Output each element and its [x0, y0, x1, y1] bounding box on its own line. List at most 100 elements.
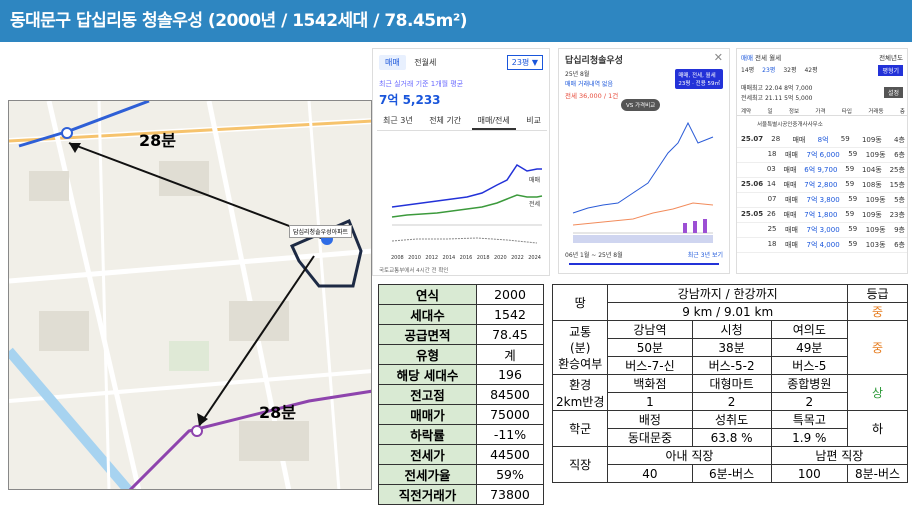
col-header: 층	[899, 109, 905, 115]
stat-value: 2000	[476, 284, 544, 305]
minutes: 50분	[607, 338, 693, 357]
transfer: 버스-5	[770, 356, 849, 375]
land-label: 땅	[551, 284, 609, 321]
env-count: 2	[770, 392, 849, 411]
tab-monthly[interactable]: 월세	[769, 54, 781, 62]
school-value: 동대문중	[607, 428, 693, 447]
x-tick: 2024	[528, 255, 541, 261]
table-row[interactable]: 07 매매 7억 3,800 59 109동 5층	[737, 193, 907, 208]
page-title: 동대문구 답십리동 청솔우성 (2000년 / 1542세대 / 78.45m²…	[0, 0, 912, 42]
table-row[interactable]: 25.06 14 매매 7억 2,800 59 108동 15층	[737, 178, 907, 193]
close-icon[interactable]: ✕	[714, 51, 723, 64]
footnote: 국토교통부에서 4시간 전 확인	[379, 268, 449, 274]
chart-panel: 답십리청솔우성 ✕ 25년 8월 매매 거래내역 없음 전세 36,000 / …	[558, 48, 730, 274]
wife-value: 6분-버스	[691, 464, 772, 483]
table-row: 공급면적 78.45	[378, 324, 544, 345]
stat-label: 직전거래가	[378, 484, 477, 505]
size-option[interactable]: 14평	[741, 65, 754, 74]
jeonse-text: 전세 36,000 / 1건	[565, 92, 619, 100]
year-filter[interactable]: 전체년도	[879, 52, 903, 62]
settings-button[interactable]: 설정	[883, 87, 903, 98]
size-option[interactable]: 32평	[783, 65, 796, 74]
stat-value: 75000	[476, 404, 544, 425]
x-tick: 2016	[459, 255, 473, 261]
minutes: 38분	[691, 338, 772, 357]
tab-jeonse[interactable]: 전세	[755, 54, 767, 62]
husband-value: 100	[770, 464, 849, 483]
table-row: 학군 배정 성취도 특목고 하	[551, 410, 908, 447]
x-tick: 2008	[391, 255, 404, 261]
badge-line1: 매매, 전세, 월세	[678, 73, 716, 79]
size-apply-button[interactable]: 평형기	[878, 65, 903, 76]
chart-panel-title: 답십리청솔우성	[565, 56, 623, 66]
size-option[interactable]: 42평	[804, 65, 817, 74]
x-tick: 2020	[493, 255, 507, 261]
dest: 여의도	[770, 320, 849, 339]
env-label-1: 환경	[569, 377, 592, 392]
avg-price: 7억 5,233	[379, 93, 441, 107]
table-row[interactable]: 18 매매 7억 6,000 59 109동 6층	[737, 148, 907, 163]
dest: 시청	[691, 320, 772, 339]
tab-sale-jeonse[interactable]: 매매/전세	[471, 113, 516, 130]
stat-label: 전세가율	[378, 464, 477, 485]
tab-compare[interactable]: 비교	[520, 113, 547, 130]
table-row: 전세가 44500	[378, 444, 544, 465]
land-desc: 강남까지 / 한강까지	[607, 284, 848, 303]
filter-badge[interactable]: 매매, 전세, 월세 23평 · 전용 59㎡	[675, 69, 723, 89]
stat-label: 매매가	[378, 404, 477, 425]
col-header: 거래동	[868, 109, 884, 115]
size-option[interactable]: 23평	[762, 65, 775, 74]
env-item: 백화점	[607, 374, 693, 393]
tab-recent-3y[interactable]: 최근 3년	[377, 113, 419, 130]
x-tick: 2018	[476, 255, 490, 261]
col-header: 정보	[788, 109, 800, 115]
table-row[interactable]: 18 매매 7억 4,000 59 103동 6층	[737, 238, 907, 253]
table-row: 전고점 84500	[378, 384, 544, 405]
stat-value: 1542	[476, 304, 544, 325]
tab-sale[interactable]: 매매	[379, 55, 406, 70]
stat-value: 계	[476, 344, 544, 365]
legend-sale: 매매	[529, 177, 541, 184]
table-row[interactable]: 25.05 26 매매 7억 1,800 59 109동 23층	[737, 208, 907, 223]
transfer: 버스-5-2	[691, 356, 772, 375]
stats-table: 연식 2000 세대수 1542 공급면적 78.45 유형 계 해당 세대수 196 전…	[378, 284, 544, 505]
range-text: 06년 1월 ~ 25년 8월	[565, 252, 623, 259]
stat-value: 59%	[476, 464, 544, 485]
env-count: 2	[691, 392, 772, 411]
size-select[interactable]: 23평 ▼	[506, 55, 543, 70]
minutes: 49분	[770, 338, 849, 357]
table-row[interactable]: 25 매매 7억 3,000 59 109동 9층	[737, 223, 907, 238]
env-count: 1	[607, 392, 693, 411]
col-header: 가격	[815, 109, 826, 115]
school-item: 성취도	[691, 410, 772, 429]
evaluation-table: 땅 강남까지 / 한강까지 등급 9 km / 9.01 km 중 교통 (분) 환…	[551, 284, 909, 483]
stat-value: 44500	[476, 444, 544, 465]
school-item: 특목고	[770, 410, 849, 429]
school-grade: 하	[847, 410, 908, 447]
badge-line2: 23평 · 전용 59㎡	[678, 81, 720, 87]
deal-list: 25.07 28 매매 8억 59 109동 4층 18 매매 7억 6,000 59 109동 6층…	[737, 133, 907, 253]
land-distance: 9 km / 9.01 km	[607, 302, 848, 321]
table-row: 전세가율 59%	[378, 464, 544, 485]
stat-label: 전고점	[378, 384, 477, 405]
vs-compare-button[interactable]: VS 가격비교	[621, 99, 661, 111]
stat-label: 공급면적	[378, 324, 477, 345]
grade-header: 등급	[847, 284, 908, 303]
travel-time-label-top: 28분	[139, 131, 176, 150]
col-header: 일	[767, 109, 773, 115]
tab-all-period[interactable]: 전체 기간	[423, 113, 467, 130]
travel-time-label-bottom: 28분	[259, 403, 296, 422]
tab-sale[interactable]: 매매	[741, 54, 753, 62]
range-slider[interactable]	[569, 263, 719, 265]
table-row[interactable]: 03 매매 6억 9,700 59 104동 25층	[737, 163, 907, 178]
avg-caption: 최근 실거래 기준 1개월 평균	[379, 80, 464, 88]
table-row[interactable]: 25.07 28 매매 8억 59 109동 4층	[737, 133, 907, 148]
tab-jeonse[interactable]: 전월세	[408, 55, 442, 70]
map-popup[interactable]: 답십리청솔우성아파트	[289, 225, 353, 238]
table-row: 땅 강남까지 / 한강까지 등급	[551, 284, 908, 321]
table-row: 하락률 -11%	[378, 424, 544, 445]
recent-3y-link[interactable]: 최근 3년 보기	[688, 250, 723, 259]
map-view[interactable]: 28분 28분 답십리청솔우성아파트	[8, 100, 372, 490]
table-row: 직전거래가 73800	[378, 484, 544, 505]
table-row: 환경 2km반경 백화점 대형마트 종합병원 상	[551, 374, 908, 411]
